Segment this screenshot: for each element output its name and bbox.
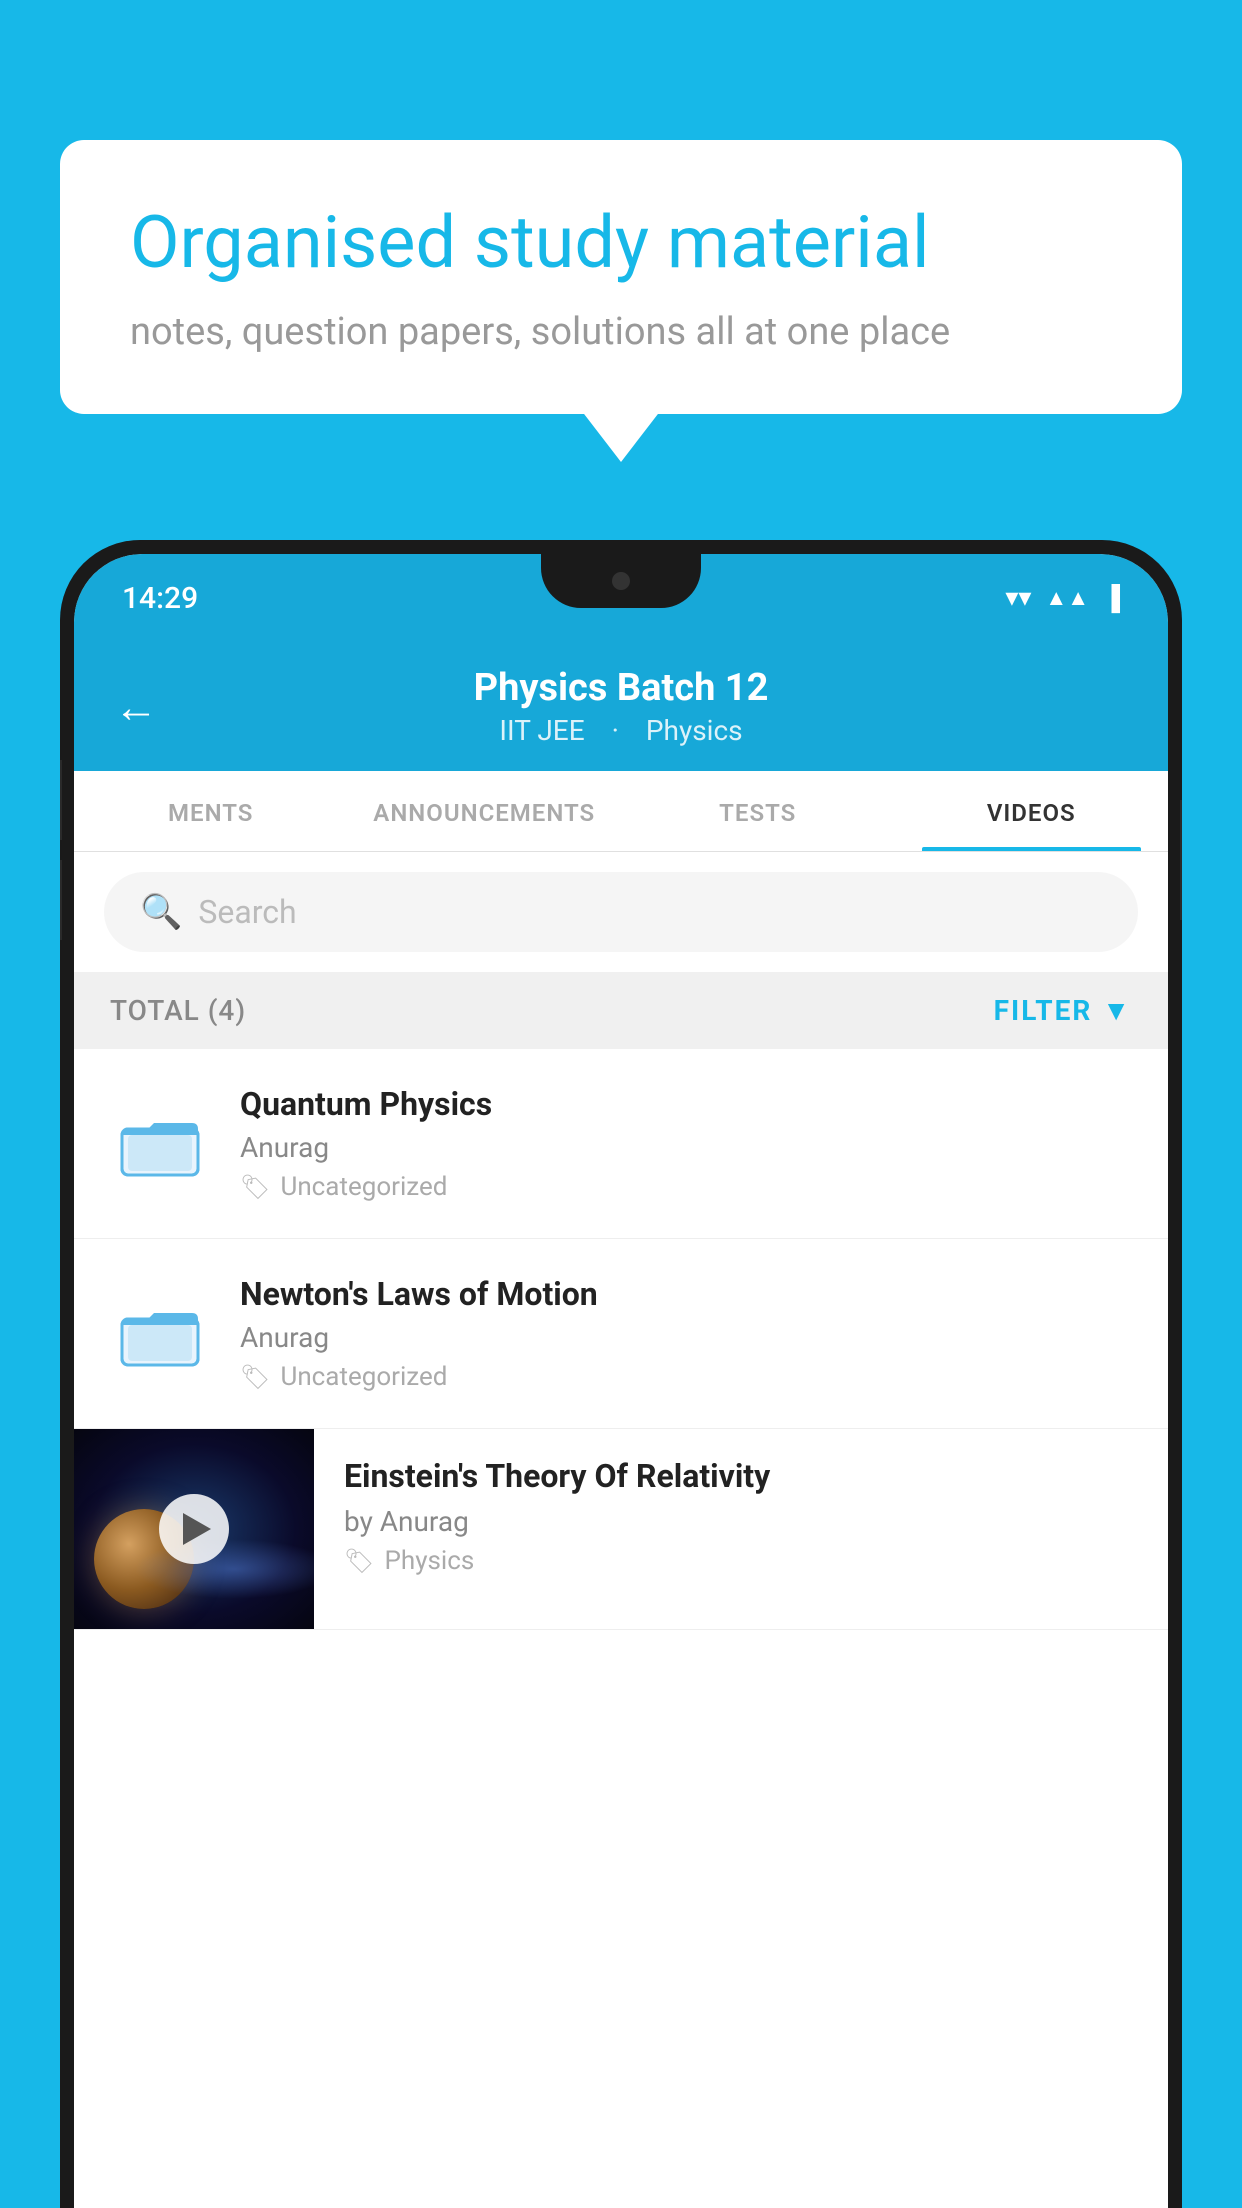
batch-title: Physics Batch 12 <box>474 666 769 710</box>
folder-icon-quantum <box>110 1109 210 1179</box>
tabs-bar: MENTS ANNOUNCEMENTS TESTS VIDEOS <box>74 771 1168 852</box>
video-list: Quantum Physics Anurag 🏷 Uncategorized <box>74 1049 1168 2208</box>
tag-icon: 🏷 <box>240 1363 270 1391</box>
filter-funnel-icon: ▼ <box>1102 994 1132 1027</box>
video-author: Anurag <box>240 1321 1132 1354</box>
tag-icon: 🏷 <box>240 1173 270 1201</box>
search-icon: 🔍 <box>140 892 182 932</box>
tab-announcements[interactable]: ANNOUNCEMENTS <box>348 771 622 851</box>
status-bar: 14:29 ▾▾ ▲▲ ▐ <box>74 554 1168 642</box>
video-title: Newton's Laws of Motion <box>240 1275 1132 1313</box>
list-item[interactable]: Newton's Laws of Motion Anurag 🏷 Uncateg… <box>74 1239 1168 1429</box>
wifi-icon: ▾▾ <box>1005 583 1031 613</box>
video-title: Einstein's Theory Of Relativity <box>344 1457 1138 1495</box>
subtitle-sep: · <box>612 714 619 747</box>
app-header: ← Physics Batch 12 IIT JEE · Physics <box>74 642 1168 771</box>
video-author: Anurag <box>240 1131 1132 1164</box>
subtitle-physics: Physics <box>646 714 743 747</box>
search-container: 🔍 Search <box>74 852 1168 972</box>
video-thumbnail-einstein <box>74 1429 314 1629</box>
signal-icon: ▲▲ <box>1045 585 1089 611</box>
video-info-quantum: Quantum Physics Anurag 🏷 Uncategorized <box>240 1085 1132 1202</box>
filter-bar: TOTAL (4) FILTER ▼ <box>74 972 1168 1049</box>
search-input[interactable]: Search <box>198 893 296 931</box>
bubble-heading: Organised study material <box>130 200 1112 286</box>
video-author: by Anurag <box>344 1505 1138 1538</box>
play-button[interactable] <box>159 1494 229 1564</box>
notch <box>541 554 701 608</box>
status-time: 14:29 <box>122 581 198 616</box>
tab-ments[interactable]: MENTS <box>74 771 348 851</box>
list-item[interactable]: Quantum Physics Anurag 🏷 Uncategorized <box>74 1049 1168 1239</box>
subtitle-iit: IIT JEE <box>499 714 584 747</box>
filter-button[interactable]: FILTER ▼ <box>994 994 1132 1027</box>
front-camera <box>612 572 630 590</box>
list-item[interactable]: Einstein's Theory Of Relativity by Anura… <box>74 1429 1168 1630</box>
speech-bubble-wrapper: Organised study material notes, question… <box>60 140 1182 414</box>
screen-content: 14:29 ▾▾ ▲▲ ▐ ← Physics Batch 12 IIT JEE <box>74 554 1168 2208</box>
video-tag: 🏷 Uncategorized <box>240 1172 1132 1202</box>
phone-frame: 14:29 ▾▾ ▲▲ ▐ ← Physics Batch 12 IIT JEE <box>60 540 1182 2208</box>
tab-videos[interactable]: VIDEOS <box>895 771 1169 851</box>
video-info-newton: Newton's Laws of Motion Anurag 🏷 Uncateg… <box>240 1275 1132 1392</box>
battery-icon: ▐ <box>1103 584 1120 613</box>
folder-icon-newton <box>110 1299 210 1369</box>
power-button <box>1180 800 1182 920</box>
volume-up-button <box>60 760 62 840</box>
total-count: TOTAL (4) <box>110 994 246 1027</box>
status-icons: ▾▾ ▲▲ ▐ <box>1005 583 1120 613</box>
batch-subtitle: IIT JEE · Physics <box>474 714 769 747</box>
tag-icon: 🏷 <box>344 1547 374 1575</box>
video-info-einstein: Einstein's Theory Of Relativity by Anura… <box>314 1429 1168 1604</box>
video-title: Quantum Physics <box>240 1085 1132 1123</box>
header-title-block: Physics Batch 12 IIT JEE · Physics <box>474 666 769 747</box>
video-tag: 🏷 Uncategorized <box>240 1362 1132 1392</box>
search-bar[interactable]: 🔍 Search <box>104 872 1138 952</box>
volume-down-button <box>60 860 62 940</box>
bubble-subtext: notes, question papers, solutions all at… <box>130 310 1112 354</box>
phone-inner: 14:29 ▾▾ ▲▲ ▐ ← Physics Batch 12 IIT JEE <box>74 554 1168 2208</box>
speech-bubble: Organised study material notes, question… <box>60 140 1182 414</box>
back-button[interactable]: ← <box>114 681 158 733</box>
play-icon <box>183 1513 211 1545</box>
video-tag: 🏷 Physics <box>344 1546 1138 1576</box>
tab-tests[interactable]: TESTS <box>621 771 895 851</box>
